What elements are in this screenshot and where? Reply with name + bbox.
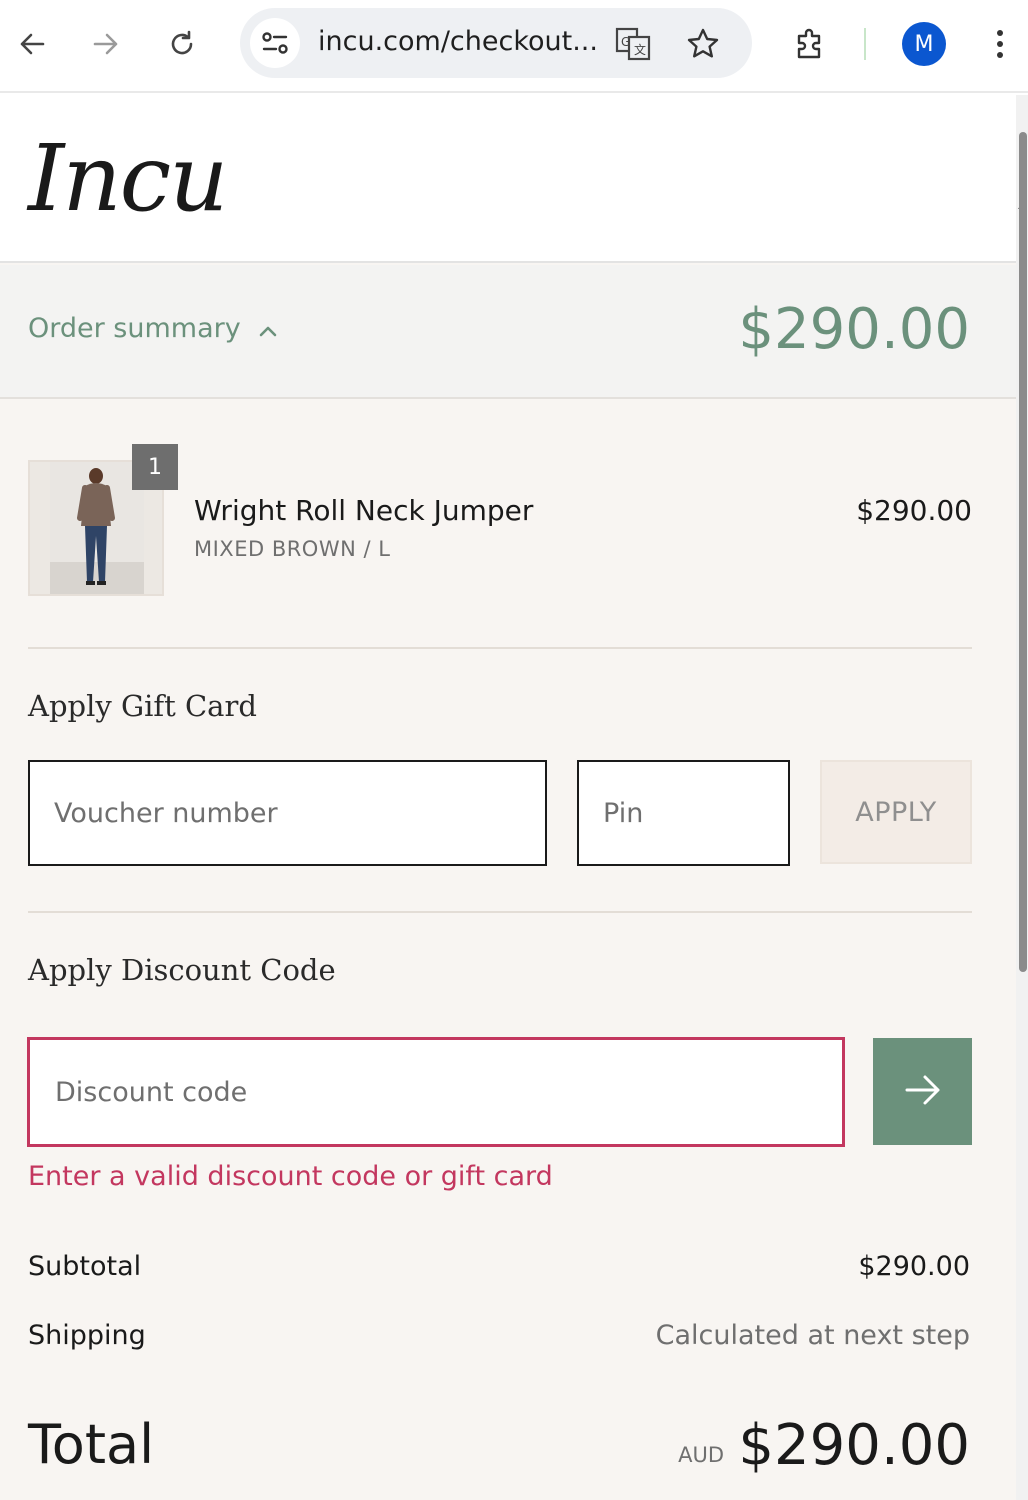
cart-line-item: 1 Wright Roll Neck Jumper MIXED BROWN / … bbox=[28, 444, 972, 599]
apply-gift-card-button[interactable]: APPLY bbox=[820, 760, 972, 864]
discount-code-placeholder: Discount code bbox=[55, 1076, 248, 1108]
order-summary-total: $290.00 bbox=[738, 297, 970, 362]
apply-discount-button[interactable] bbox=[873, 1038, 972, 1145]
total-label: Total bbox=[28, 1413, 155, 1476]
toolbar-divider bbox=[864, 28, 866, 60]
reload-icon[interactable] bbox=[160, 22, 204, 66]
discount-error-message: Enter a valid discount code or gift card bbox=[28, 1161, 553, 1192]
bookmark-star-icon[interactable] bbox=[684, 25, 722, 63]
order-summary-bar[interactable]: Order summary $290.00 bbox=[0, 265, 1016, 399]
site-info-icon[interactable] bbox=[250, 18, 300, 68]
svg-text:G: G bbox=[621, 35, 630, 49]
scrollbar-thumb[interactable] bbox=[1019, 132, 1027, 972]
quantity-badge: 1 bbox=[132, 444, 178, 490]
menu-kebab-icon[interactable] bbox=[978, 22, 1022, 66]
discount-code-input[interactable]: Discount code bbox=[27, 1037, 845, 1147]
arrow-right-icon bbox=[903, 1072, 943, 1112]
discount-code-title: Apply Discount Code bbox=[28, 953, 336, 987]
back-icon[interactable] bbox=[10, 22, 54, 66]
subtotal-label: Subtotal bbox=[28, 1251, 142, 1282]
order-summary-label: Order summary bbox=[28, 313, 241, 344]
voucher-number-input[interactable]: Voucher number bbox=[28, 760, 547, 866]
browser-toolbar: incu.com/checkout... G文 M bbox=[0, 0, 1028, 93]
shipping-value: Calculated at next step bbox=[655, 1320, 970, 1351]
profile-avatar[interactable]: M bbox=[902, 22, 946, 66]
pin-input[interactable]: Pin bbox=[577, 760, 790, 866]
total-value: $290.00 bbox=[738, 1413, 970, 1478]
subtotal-value: $290.00 bbox=[858, 1251, 970, 1282]
product-variant: MIXED BROWN / L bbox=[194, 537, 391, 561]
product-name: Wright Roll Neck Jumper bbox=[194, 494, 534, 527]
forward-icon[interactable] bbox=[84, 22, 128, 66]
total-currency: AUD bbox=[678, 1443, 724, 1467]
translate-icon[interactable]: G文 bbox=[614, 25, 652, 63]
section-divider bbox=[28, 647, 972, 649]
url-text[interactable]: incu.com/checkout... bbox=[318, 26, 598, 57]
product-price: $290.00 bbox=[856, 494, 972, 527]
chevron-up-icon bbox=[259, 313, 277, 344]
section-divider bbox=[28, 911, 972, 913]
store-logo[interactable]: Incu bbox=[28, 125, 228, 232]
order-summary-toggle[interactable]: Order summary bbox=[28, 313, 277, 344]
voucher-number-placeholder: Voucher number bbox=[54, 797, 278, 829]
gift-card-title: Apply Gift Card bbox=[28, 689, 257, 723]
shipping-label: Shipping bbox=[28, 1320, 146, 1351]
store-header: Incu bbox=[0, 95, 1016, 263]
pin-placeholder: Pin bbox=[603, 797, 644, 829]
checkout-page: Incu Order summary $290.00 1 Wright Roll… bbox=[0, 95, 1016, 1500]
address-bar[interactable]: incu.com/checkout... G文 bbox=[240, 8, 752, 78]
extensions-icon[interactable] bbox=[788, 22, 832, 66]
svg-text:文: 文 bbox=[634, 42, 646, 57]
